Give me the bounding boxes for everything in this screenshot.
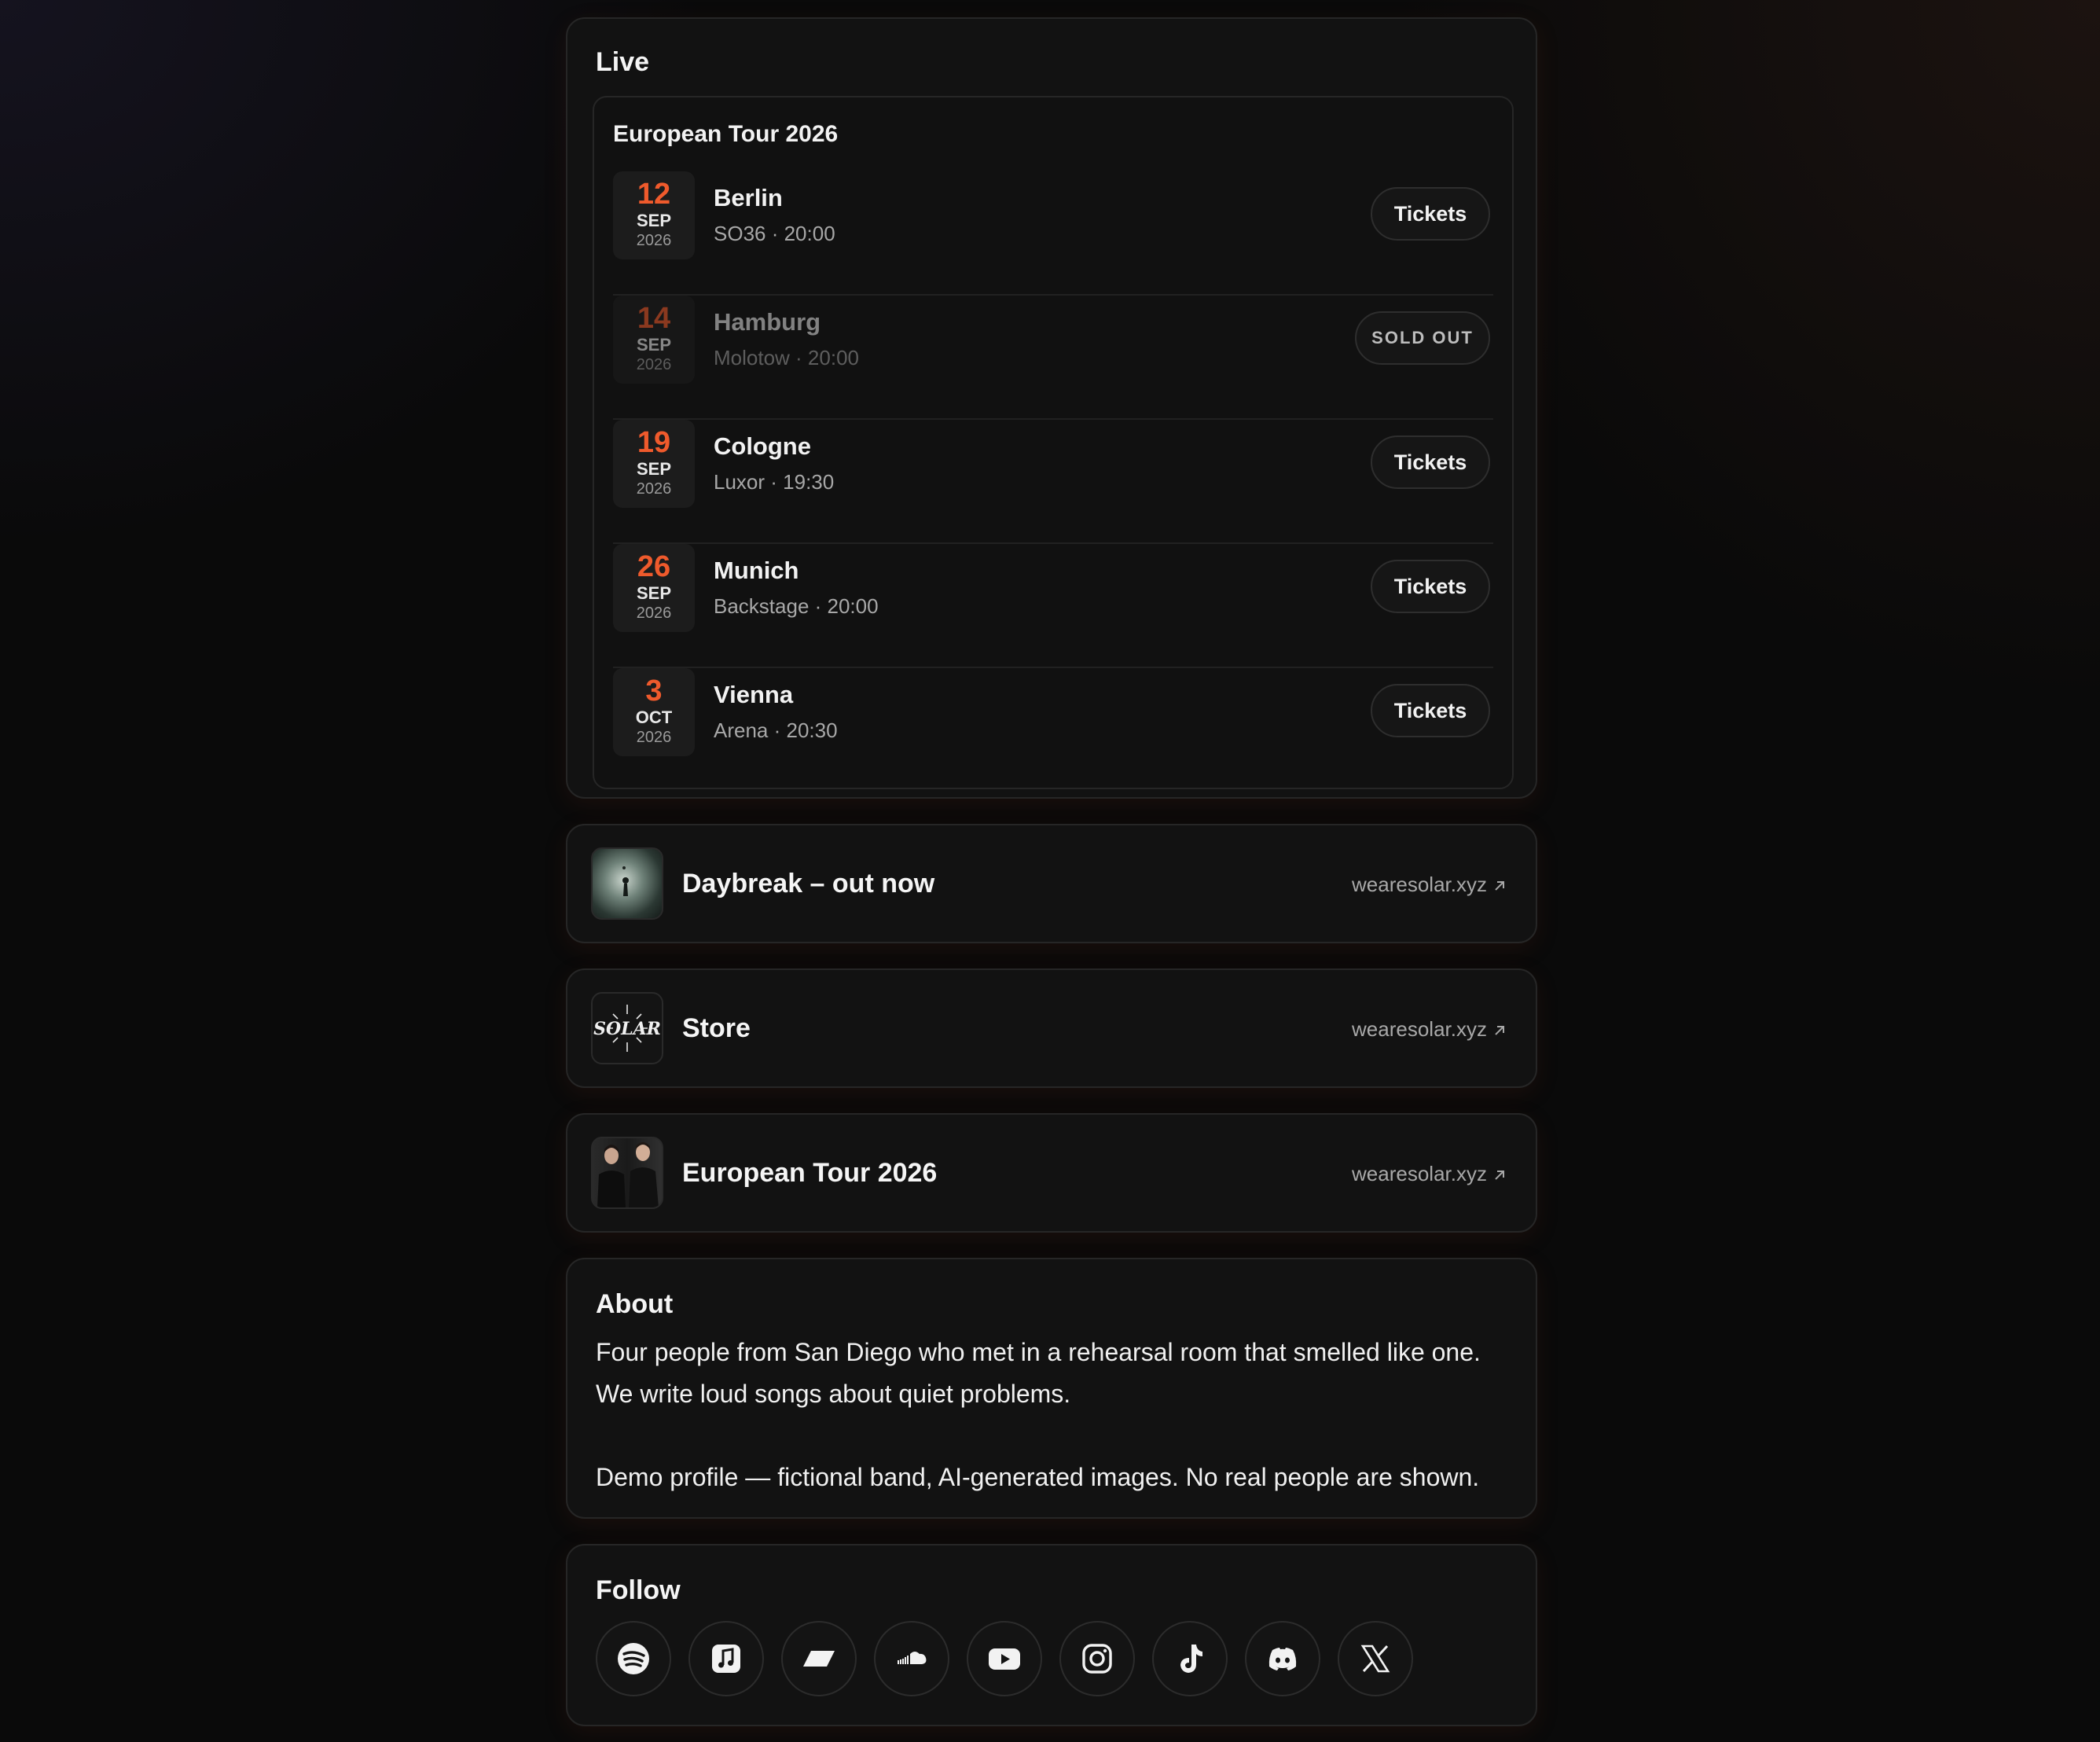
event-month: SEP [636, 211, 672, 230]
link-card-store[interactable]: SOLAR Store wearesolar.xyz [566, 968, 1537, 1088]
event-date: 3 OCT 2026 [613, 668, 695, 756]
link-card-tour[interactable]: European Tour 2026 wearesolar.xyz [566, 1113, 1537, 1233]
event-venue: Backstage · 20:00 [714, 594, 879, 618]
event-date: 14 SEP 2026 [613, 296, 695, 384]
youtube-icon[interactable] [967, 1621, 1042, 1696]
event-city: Cologne [714, 432, 811, 460]
soundcloud-icon[interactable] [874, 1621, 949, 1696]
event-date: 26 SEP 2026 [613, 544, 695, 632]
tickets-button[interactable]: Tickets [1371, 560, 1490, 613]
event-year: 2026 [636, 605, 672, 622]
external-link-icon [1495, 1171, 1504, 1180]
event-city: Hamburg [714, 308, 821, 336]
event-venue: Molotow · 20:00 [714, 346, 859, 369]
link-title: Store [682, 1013, 751, 1043]
spotify-icon[interactable] [596, 1621, 671, 1696]
event-day: 19 [637, 426, 671, 459]
event-row: 14 SEP 2026 Hamburg Molotow · 20:00 SOLD… [613, 296, 1493, 420]
tickets-button[interactable]: Tickets [1371, 187, 1490, 241]
event-row: 26 SEP 2026 Munich Backstage · 20:00 Tic… [613, 544, 1493, 668]
bandcamp-icon[interactable] [781, 1621, 857, 1696]
solar-logo: SOLAR [593, 1005, 661, 1052]
event-city: Vienna [714, 681, 794, 708]
live-title: Live [596, 47, 650, 77]
event-city: Munich [714, 557, 799, 584]
event-year: 2026 [636, 232, 672, 249]
event-date: 12 SEP 2026 [613, 171, 695, 259]
link-url[interactable]: wearesolar.xyz [1352, 1017, 1507, 1042]
event-venue: Luxor · 19:30 [714, 470, 835, 494]
tickets-button[interactable]: Tickets [1371, 436, 1490, 489]
event-row: 19 SEP 2026 Cologne Luxor · 19:30 Ticket… [613, 420, 1493, 544]
album-figure-icon [622, 866, 629, 896]
external-link-icon [1495, 881, 1504, 891]
link-card-daybreak[interactable]: Daybreak – out now wearesolar.xyz [566, 824, 1537, 943]
link-url-text: wearesolar.xyz [1352, 1162, 1487, 1185]
about-text: Four people from San Diego who met in a … [596, 1332, 1515, 1498]
link-url[interactable]: wearesolar.xyz [1352, 873, 1507, 897]
event-month: SEP [636, 459, 672, 479]
event-day: 12 [637, 178, 671, 211]
event-month: SEP [636, 583, 672, 603]
event-year: 2026 [636, 480, 672, 498]
about-disclaimer: Demo profile — fictional band, AI-genera… [596, 1463, 1480, 1491]
tickets-button[interactable]: Tickets [1371, 684, 1490, 737]
event-month: SEP [636, 335, 672, 355]
album-cover-thumbnail [591, 847, 663, 920]
about-card: About Four people from San Diego who met… [566, 1258, 1537, 1519]
tour-name: European Tour 2026 [613, 121, 839, 147]
svg-text:SOLAR: SOLAR [593, 1019, 661, 1039]
about-paragraph: Four people from San Diego who met in a … [596, 1338, 1481, 1408]
event-row: 3 OCT 2026 Vienna Arena · 20:30 Tickets [613, 668, 1493, 792]
follow-title: Follow [596, 1575, 681, 1605]
event-day: 3 [645, 674, 663, 707]
event-venue: Arena · 20:30 [714, 718, 838, 742]
event-year: 2026 [636, 356, 672, 373]
event-year: 2026 [636, 729, 672, 746]
apple-music-icon[interactable] [688, 1621, 764, 1696]
event-city: Berlin [714, 184, 783, 211]
band-photo [597, 1142, 659, 1207]
sold-out-badge: SOLD OUT [1355, 311, 1490, 365]
link-title: Daybreak – out now [682, 869, 935, 899]
band-photo-thumbnail [591, 1137, 663, 1209]
live-card: Live European Tour 2026 12 SEP 2026 Berl… [566, 17, 1537, 799]
link-url-text: wearesolar.xyz [1352, 873, 1487, 896]
event-month: OCT [635, 707, 673, 727]
external-link-icon [1495, 1026, 1504, 1035]
event-day: 14 [637, 302, 671, 335]
event-row: 12 SEP 2026 Berlin SO36 · 20:00 Tickets [613, 171, 1493, 296]
link-title: European Tour 2026 [682, 1158, 938, 1188]
tour-box: European Tour 2026 12 SEP 2026 Berlin SO… [593, 96, 1514, 789]
x-icon[interactable] [1338, 1621, 1413, 1696]
tiktok-icon[interactable] [1152, 1621, 1228, 1696]
link-url-text: wearesolar.xyz [1352, 1017, 1487, 1041]
about-title: About [596, 1289, 674, 1319]
event-day: 26 [637, 550, 671, 583]
follow-card: Follow [566, 1544, 1537, 1726]
discord-icon[interactable] [1245, 1621, 1320, 1696]
solar-logo-thumbnail: SOLAR [591, 992, 663, 1064]
instagram-icon[interactable] [1059, 1621, 1135, 1696]
event-date: 19 SEP 2026 [613, 420, 695, 508]
link-url[interactable]: wearesolar.xyz [1352, 1162, 1507, 1186]
event-venue: SO36 · 20:00 [714, 222, 835, 245]
